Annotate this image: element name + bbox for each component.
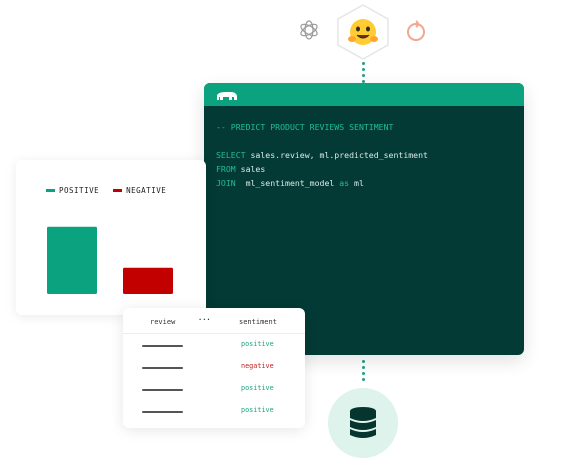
review-placeholder bbox=[142, 345, 183, 347]
review-placeholder bbox=[142, 367, 183, 369]
ring-icon bbox=[402, 17, 430, 45]
sentiment-chart-card: POSITIVE NEGATIVE bbox=[16, 160, 206, 315]
legend-swatch-positive bbox=[46, 189, 55, 192]
column-header-review: review bbox=[150, 318, 176, 326]
hugging-face-icon bbox=[336, 4, 390, 60]
code-comment: -- PREDICT PRODUCT REVIEWS SENTIMENT bbox=[216, 122, 394, 132]
results-table-card: review ··· sentiment positive negative pos… bbox=[123, 308, 305, 428]
database-icon bbox=[350, 407, 376, 438]
legend-positive: POSITIVE bbox=[46, 186, 99, 195]
editor-header bbox=[204, 83, 524, 106]
review-placeholder bbox=[142, 389, 183, 391]
sentiment-value: positive bbox=[241, 406, 274, 414]
sentiment-bar-chart bbox=[47, 226, 173, 294]
column-header-ellipsis: ··· bbox=[198, 316, 211, 324]
code-line-select: SELECT sales.review, ml.predicted_sentim… bbox=[216, 150, 428, 160]
header-divider bbox=[123, 333, 305, 334]
elephant-logo-icon bbox=[216, 89, 238, 107]
sentiment-value: positive bbox=[241, 340, 274, 348]
code-line-from: FROM sales bbox=[216, 164, 266, 174]
connector-bottom bbox=[362, 360, 365, 384]
database-node bbox=[328, 388, 398, 458]
sentiment-value: negative bbox=[241, 362, 274, 370]
column-header-sentiment: sentiment bbox=[239, 318, 277, 326]
legend-swatch-negative bbox=[113, 189, 123, 192]
chart-legend: POSITIVE NEGATIVE bbox=[46, 186, 166, 195]
openai-icon bbox=[296, 17, 322, 43]
bar-positive bbox=[47, 226, 97, 294]
review-placeholder bbox=[142, 411, 183, 413]
code-line-join: JOIN ml_sentiment_model as ml bbox=[216, 178, 364, 188]
bar-negative bbox=[123, 267, 173, 294]
legend-negative: NEGATIVE bbox=[113, 186, 166, 195]
sql-code[interactable]: -- PREDICT PRODUCT REVIEWS SENTIMENT SEL… bbox=[204, 106, 524, 204]
sentiment-value: positive bbox=[241, 384, 274, 392]
